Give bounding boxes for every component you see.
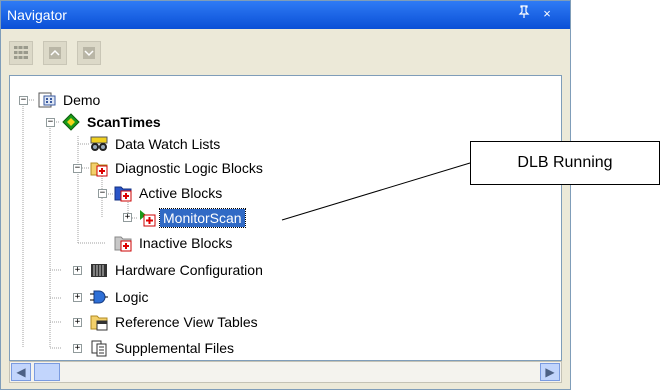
dlb-running-callout: DLB Running: [470, 141, 660, 185]
callout-leader-line: [281, 162, 471, 221]
callout-text: DLB Running: [517, 154, 613, 171]
